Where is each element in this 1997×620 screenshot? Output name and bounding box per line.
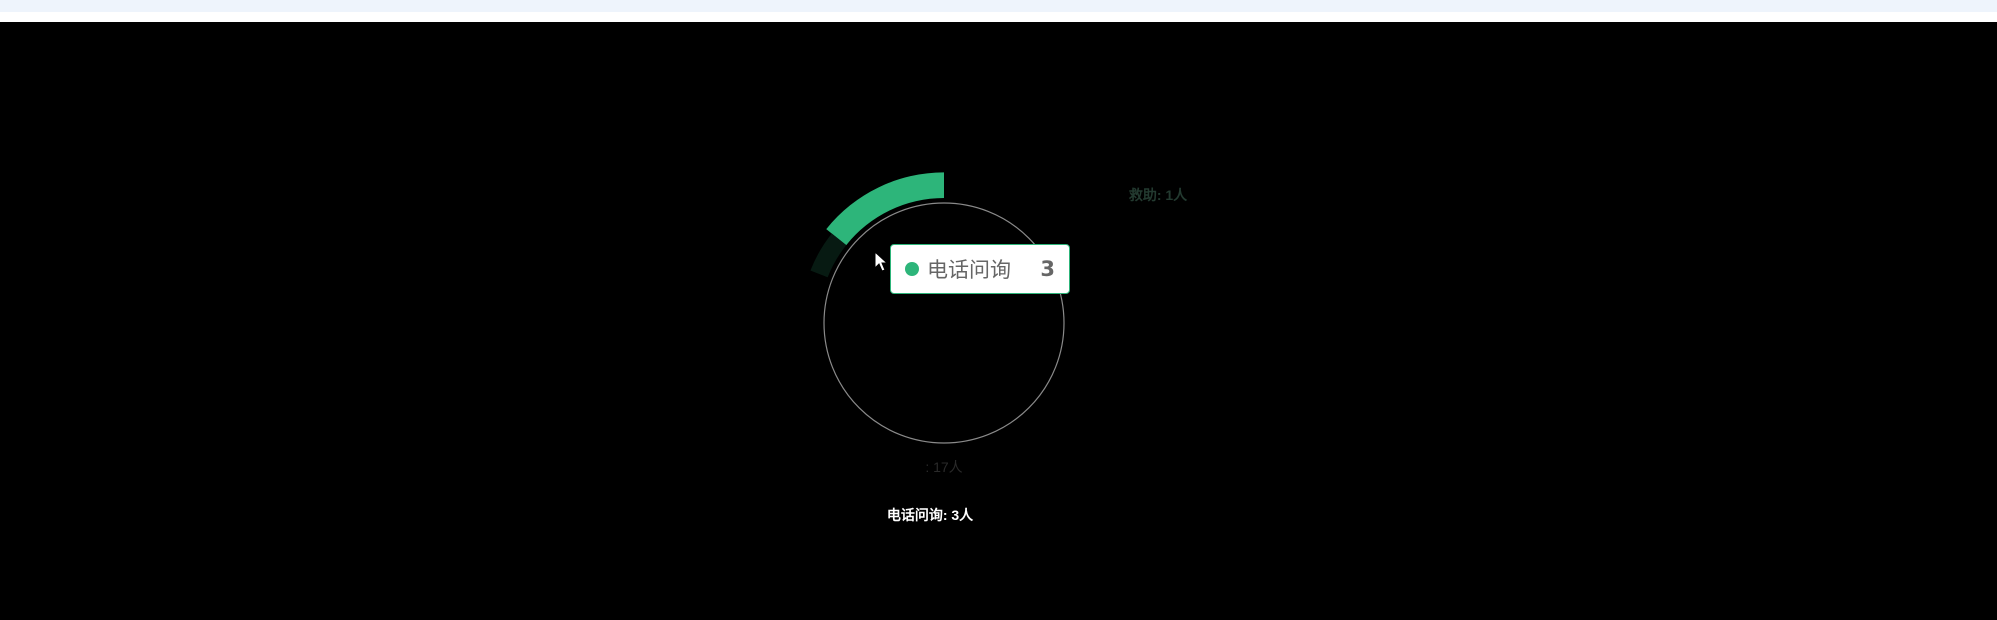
mouse-pointer-icon [874, 251, 889, 272]
slice-label-2: : 17人 [925, 459, 962, 475]
tooltip-series-name: 电话问询 [927, 258, 1011, 282]
tooltip-value: 3 [1040, 257, 1055, 281]
slice-label-0: 电话问询: 3人 [887, 507, 974, 523]
rose-chart: 电话问询: 3人 救助: 1人 : 17人 [743, 123, 1188, 523]
chart-panel: 电话问询: 3人 救助: 1人 : 17人 电话问询 3 [0, 22, 1997, 620]
slice-label-1: 救助: 1人 [1129, 187, 1188, 203]
chart-tooltip: 电话问询 3 [890, 244, 1070, 294]
top-bar [0, 0, 1997, 12]
center-ring [823, 202, 1065, 444]
slice-0[interactable] [826, 172, 944, 246]
tooltip-color-dot [905, 262, 919, 276]
